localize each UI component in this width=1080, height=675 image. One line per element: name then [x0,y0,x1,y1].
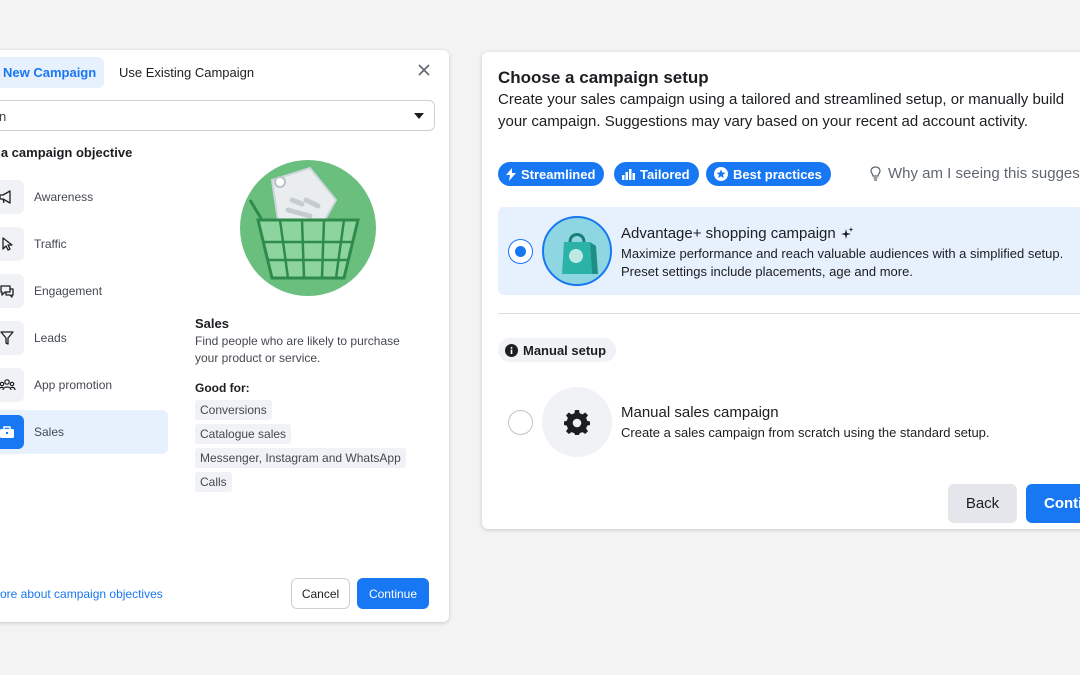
good-for-heading: Good for: [195,381,250,395]
divider [498,313,1080,314]
tag-label: Streamlined [521,166,596,182]
advantage-title-text: Advantage+ shopping campaign [621,225,836,242]
good-for-chip: Messenger, Instagram and WhatsApp [195,448,406,468]
good-for-chip: Catalogue sales [195,424,292,444]
continue-button[interactable]: Continue [357,578,429,609]
objective-detail-title: Sales [195,316,229,331]
learn-more-link[interactable]: more about campaign objectives [0,587,163,601]
continue-button[interactable]: Conti [1026,484,1080,523]
tab-use-existing-campaign[interactable]: Use Existing Campaign [119,65,254,80]
objective-heading: e a campaign objective [0,145,133,160]
info-icon [505,343,518,357]
objective-dialog: New Campaign Use Existing Campaign n e a… [0,50,449,622]
manual-tag-label: Manual setup [523,342,607,358]
objective-engagement[interactable]: Engagement [0,269,168,313]
lightning-icon [506,167,516,181]
close-icon[interactable] [415,61,435,81]
cursor-icon [0,227,24,261]
objective-label: Engagement [34,284,103,298]
shopping-bag-thumbnail [542,216,612,286]
funnel-icon [0,321,24,355]
page-subtitle: Create your sales campaign using a tailo… [498,91,1065,130]
page-title: Choose a campaign setup [498,68,709,87]
lightbulb-icon [870,166,881,181]
chevron-down-icon [414,113,424,119]
tab-new-campaign[interactable]: New Campaign [0,57,104,88]
objective-detail-description: Find people who are likely to purchase y… [195,334,400,365]
manual-campaign-thumbnail [542,387,612,457]
tag-tailored: Tailored [614,162,699,186]
manual-radio[interactable] [508,410,533,435]
objective-label: Leads [34,331,67,345]
good-for-chip: Conversions [195,400,272,420]
star-icon [714,167,728,181]
objective-label: Awareness [34,190,94,204]
objective-leads[interactable]: Leads [0,316,168,360]
manual-setup-tag: Manual setup [498,338,617,362]
objective-label: Traffic [34,237,67,251]
sparkle-icon [840,226,854,239]
why-seeing-suggestion-link[interactable]: Why am I seeing this sugges [870,165,1080,182]
good-for-chip: Calls [195,472,232,492]
tag-best-practices: Best practices [706,162,831,186]
tag-streamlined: Streamlined [498,162,605,186]
gear-icon [564,410,590,435]
advantage-shopping-option[interactable]: Advantage+ shopping campaign Maximize pe… [498,207,1080,295]
manual-option-title: Manual sales campaign [621,404,779,421]
why-text: Why am I seeing this sugges [888,165,1080,182]
advantage-option-description: Maximize performance and reach valuable … [621,246,1064,279]
objective-traffic[interactable]: Traffic [0,222,168,266]
megaphone-icon [0,180,24,214]
advantage-option-title: Advantage+ shopping campaign [621,225,854,242]
sales-illustration [240,160,376,296]
back-button[interactable]: Back [948,484,1017,523]
objective-app-promotion[interactable]: App promotion [0,363,168,407]
objective-label: App promotion [34,378,113,392]
briefcase-icon [0,415,24,449]
campaign-select-value: n [0,109,7,124]
campaign-setup-card: Choose a campaign setup Create your sale… [482,52,1080,529]
manual-option-description: Create a sales campaign from scratch usi… [621,425,990,440]
people-icon [0,368,24,402]
chat-bubble-icon [0,274,24,308]
cancel-button[interactable]: Cancel [291,578,350,609]
objective-awareness[interactable]: Awareness [0,175,168,219]
bar-chart-icon [622,169,635,180]
tag-label: Tailored [640,166,690,182]
tag-label: Best practices [733,166,822,182]
advantage-radio[interactable] [508,239,533,264]
objective-label: Sales [34,425,65,439]
objective-sales[interactable]: Sales [0,410,168,454]
campaign-select[interactable]: n [0,100,435,131]
